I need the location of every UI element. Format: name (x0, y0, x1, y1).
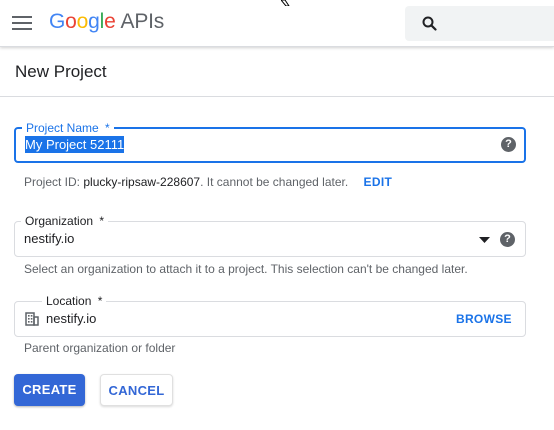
location-label: Location * (42, 294, 107, 308)
page-header: New Project (0, 48, 554, 97)
organization-select[interactable]: Organization * nestify.io ? (14, 214, 526, 257)
logo-letter: e (104, 10, 116, 33)
cancel-button[interactable]: CANCEL (100, 374, 173, 406)
logo-letter: G (49, 10, 66, 33)
search-icon[interactable] (422, 16, 437, 31)
create-button[interactable]: CREATE (14, 374, 85, 406)
organization-value: nestify.io (24, 231, 75, 246)
hamburger-menu-icon[interactable] (12, 16, 32, 30)
edit-project-id-link[interactable]: EDIT (364, 175, 393, 189)
logo-letter: g (88, 10, 100, 33)
project-id-suffix: . It cannot be changed later. (200, 175, 349, 189)
project-id-prefix: Project ID: (24, 175, 81, 189)
project-name-input[interactable]: My Project 52111 (25, 136, 125, 153)
organization-label: Organization * (21, 214, 109, 228)
top-app-bar: Google APIs (0, 0, 554, 47)
logo-letter: o (76, 10, 89, 33)
organization-hint: Select an organization to attach it to a… (24, 262, 468, 276)
project-name-label: Project Name * (22, 121, 114, 135)
help-icon[interactable]: ? (501, 137, 516, 152)
logo-letter: o (65, 10, 77, 33)
location-value: nestify.io (46, 311, 97, 326)
location-hint: Parent organization or folder (24, 341, 176, 355)
required-mark: * (99, 214, 105, 228)
organization-building-icon (25, 312, 39, 326)
organization-label-text: Organization (25, 214, 94, 228)
dropdown-arrow-icon[interactable] (479, 237, 490, 243)
required-mark: * (97, 294, 103, 308)
project-name-value: My Project 52111 (25, 136, 125, 153)
search-box[interactable] (405, 6, 554, 41)
required-mark: * (105, 121, 110, 135)
project-name-label-text: Project Name (26, 121, 99, 135)
project-id-value: plucky-ripsaw-228607 (83, 175, 201, 189)
project-name-field[interactable]: Project Name * My Project 52111 ? (14, 121, 526, 163)
help-icon[interactable]: ? (500, 232, 515, 247)
location-field[interactable]: Location * nestify.io BROWSE (14, 294, 526, 337)
location-label-text: Location (46, 294, 92, 308)
logo-apis-text: APIs (120, 10, 165, 33)
browse-button[interactable]: BROWSE (456, 312, 512, 326)
page-title: New Project (15, 62, 107, 81)
google-apis-logo[interactable]: Google APIs (49, 10, 164, 34)
project-id-text: Project ID: plucky-ripsaw-228607. It can… (24, 175, 392, 189)
mouse-cursor-icon (281, 0, 290, 6)
